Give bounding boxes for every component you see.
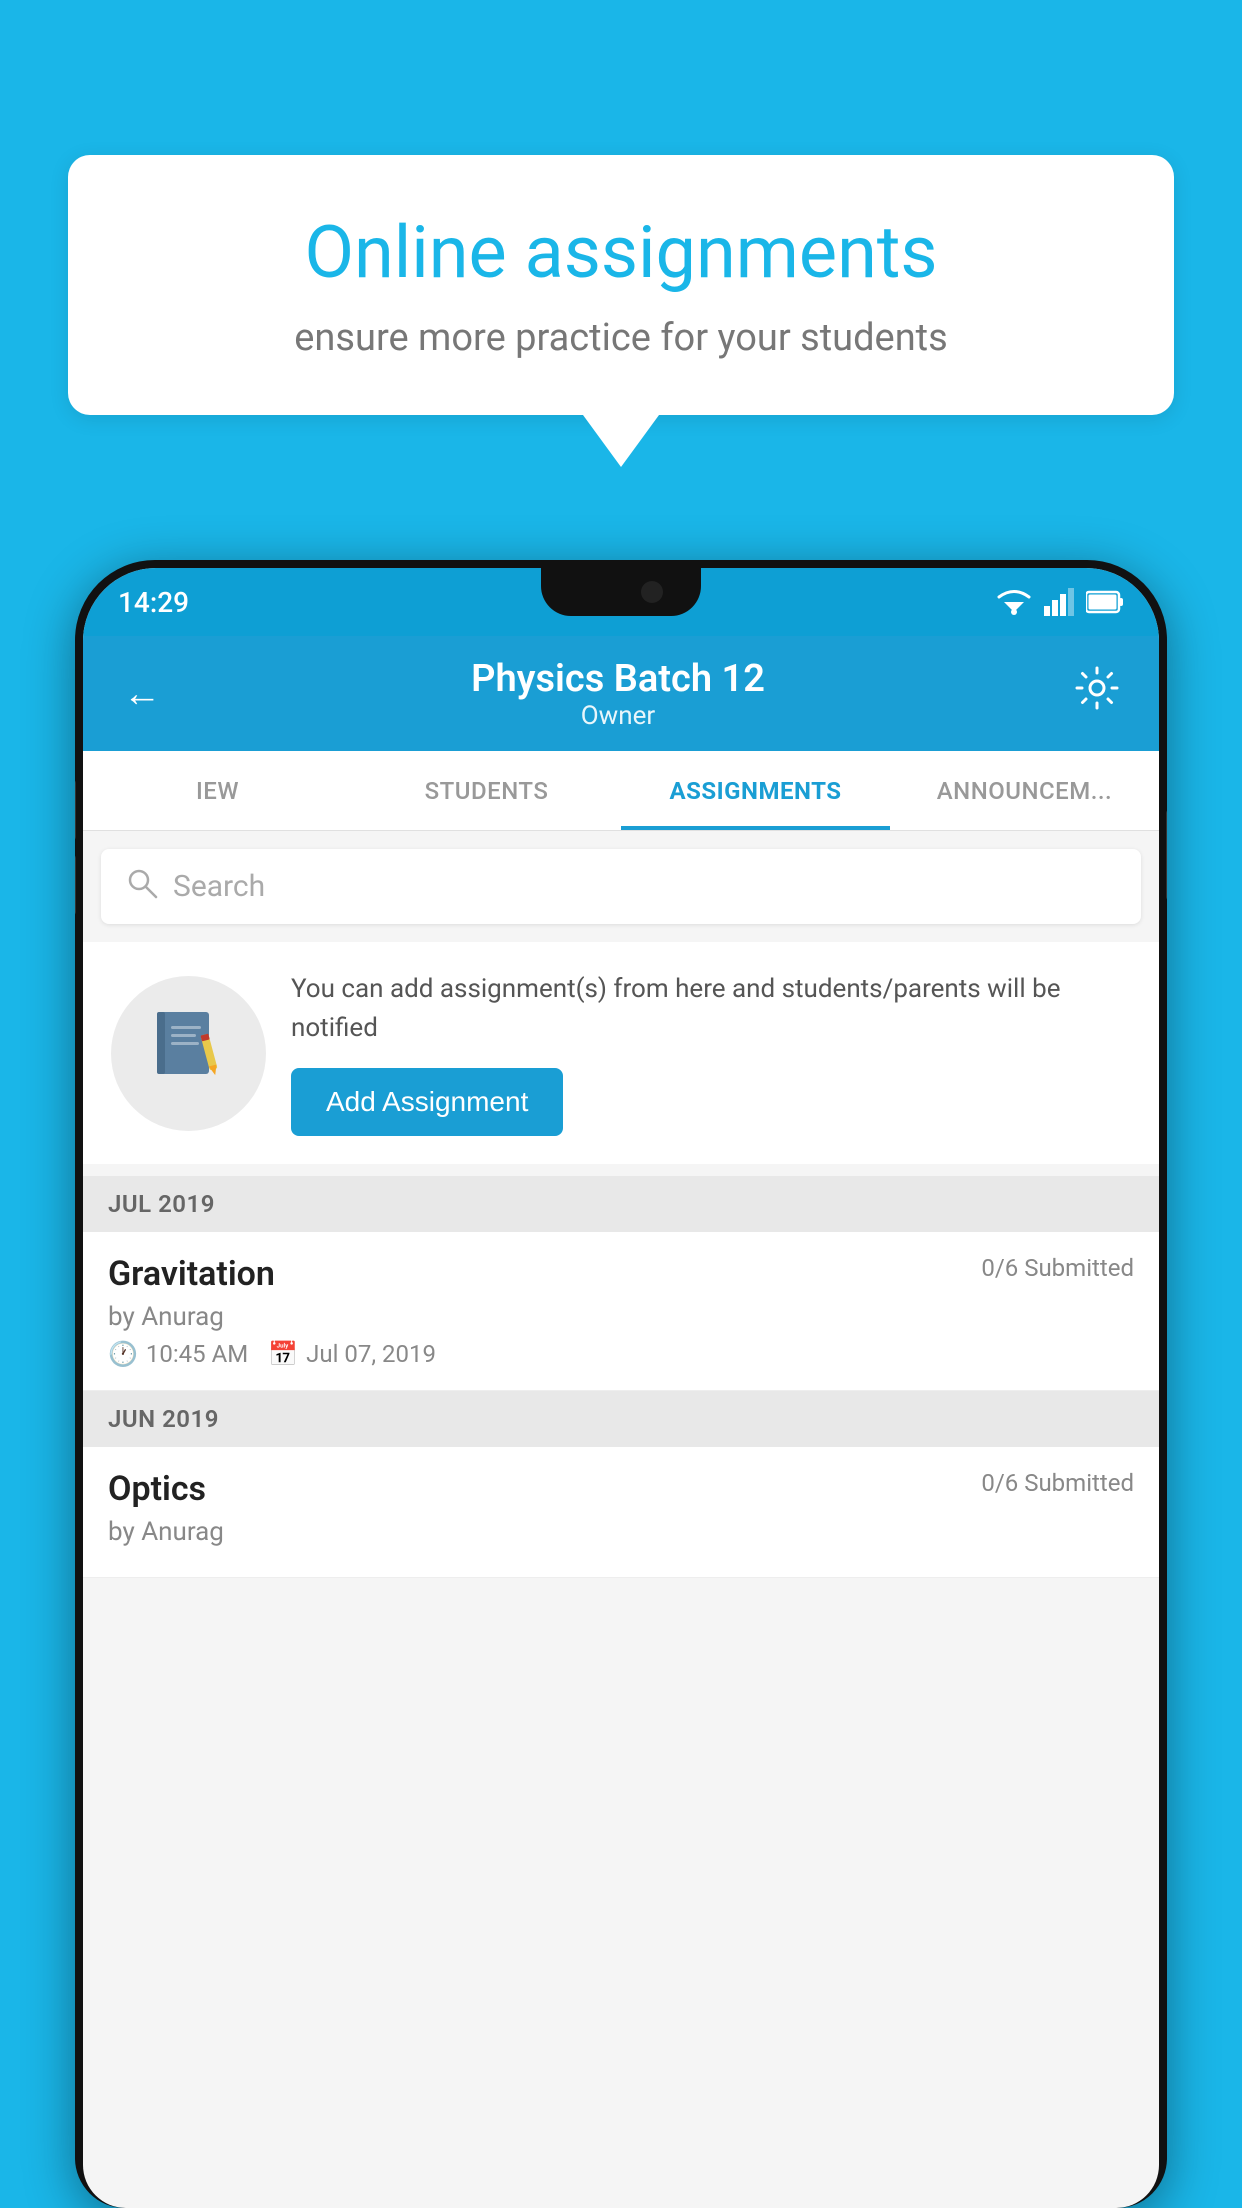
search-placeholder: Search	[173, 869, 265, 904]
speech-bubble: Online assignments ensure more practice …	[68, 155, 1174, 415]
assignment-date: 📅 Jul 07, 2019	[268, 1340, 436, 1368]
speech-bubble-subtitle: ensure more practice for your students	[133, 316, 1109, 360]
notebook-svg	[149, 1004, 229, 1084]
assignment-time: 🕐 10:45 AM	[108, 1340, 248, 1368]
promo-content: You can add assignment(s) from here and …	[291, 970, 1131, 1136]
back-button[interactable]: ←	[113, 662, 171, 726]
promo-card: You can add assignment(s) from here and …	[83, 942, 1159, 1164]
tab-announcements[interactable]: ANNOUNCEM...	[890, 751, 1159, 830]
gear-icon	[1075, 666, 1119, 710]
tab-iew[interactable]: IEW	[83, 751, 352, 830]
top-bar-title: Physics Batch 12	[171, 657, 1065, 701]
phone-frame: 14:29	[75, 560, 1167, 2208]
settings-button[interactable]	[1065, 656, 1129, 731]
speech-bubble-container: Online assignments ensure more practice …	[68, 155, 1174, 467]
volume-down-button[interactable]	[75, 855, 76, 915]
assignment-item-header: Gravitation 0/6 Submitted	[108, 1254, 1134, 1294]
assignment-item-header-optics: Optics 0/6 Submitted	[108, 1469, 1134, 1509]
search-bar[interactable]: Search	[101, 849, 1141, 924]
camera	[641, 581, 663, 603]
phone-screen: 14:29	[83, 568, 1159, 2208]
assignment-submitted-optics: 0/6 Submitted	[981, 1469, 1134, 1497]
search-icon	[126, 867, 158, 907]
section-header-jul: JUL 2019	[83, 1176, 1159, 1232]
assignment-meta: 🕐 10:45 AM 📅 Jul 07, 2019	[108, 1340, 1134, 1368]
phone-notch	[541, 568, 701, 616]
signal-icon	[1044, 588, 1074, 616]
top-bar-title-container: Physics Batch 12 Owner	[171, 657, 1065, 731]
speech-bubble-title: Online assignments	[133, 210, 1109, 296]
promo-text: You can add assignment(s) from here and …	[291, 970, 1131, 1048]
search-svg	[126, 867, 158, 899]
speech-bubble-arrow	[583, 415, 659, 467]
clock-icon: 🕐	[108, 1340, 138, 1368]
assignment-item-gravitation[interactable]: Gravitation 0/6 Submitted by Anurag 🕐 10…	[83, 1232, 1159, 1391]
tab-students[interactable]: STUDENTS	[352, 751, 621, 830]
top-bar-subtitle: Owner	[171, 701, 1065, 731]
assignment-by-optics: by Anurag	[108, 1517, 1134, 1547]
assignment-by: by Anurag	[108, 1302, 1134, 1332]
section-header-jun: JUN 2019	[83, 1391, 1159, 1447]
volume-up-button[interactable]	[75, 780, 76, 840]
tab-bar: IEW STUDENTS ASSIGNMENTS ANNOUNCEM...	[83, 751, 1159, 831]
notebook-icon	[149, 1004, 229, 1102]
assignment-item-optics[interactable]: Optics 0/6 Submitted by Anurag	[83, 1447, 1159, 1578]
status-icons	[996, 588, 1124, 616]
battery-icon	[1086, 590, 1124, 614]
promo-icon-circle	[111, 976, 266, 1131]
assignment-title-optics: Optics	[108, 1469, 206, 1509]
content-area: Search	[83, 831, 1159, 1578]
top-bar: ← Physics Batch 12 Owner	[83, 636, 1159, 751]
assignment-title: Gravitation	[108, 1254, 275, 1294]
wifi-icon	[996, 588, 1032, 616]
status-time: 14:29	[118, 586, 189, 619]
power-button[interactable]	[1166, 810, 1167, 900]
assignment-submitted: 0/6 Submitted	[981, 1254, 1134, 1282]
calendar-icon: 📅	[268, 1340, 298, 1368]
tab-assignments[interactable]: ASSIGNMENTS	[621, 751, 890, 830]
add-assignment-button[interactable]: Add Assignment	[291, 1068, 563, 1136]
